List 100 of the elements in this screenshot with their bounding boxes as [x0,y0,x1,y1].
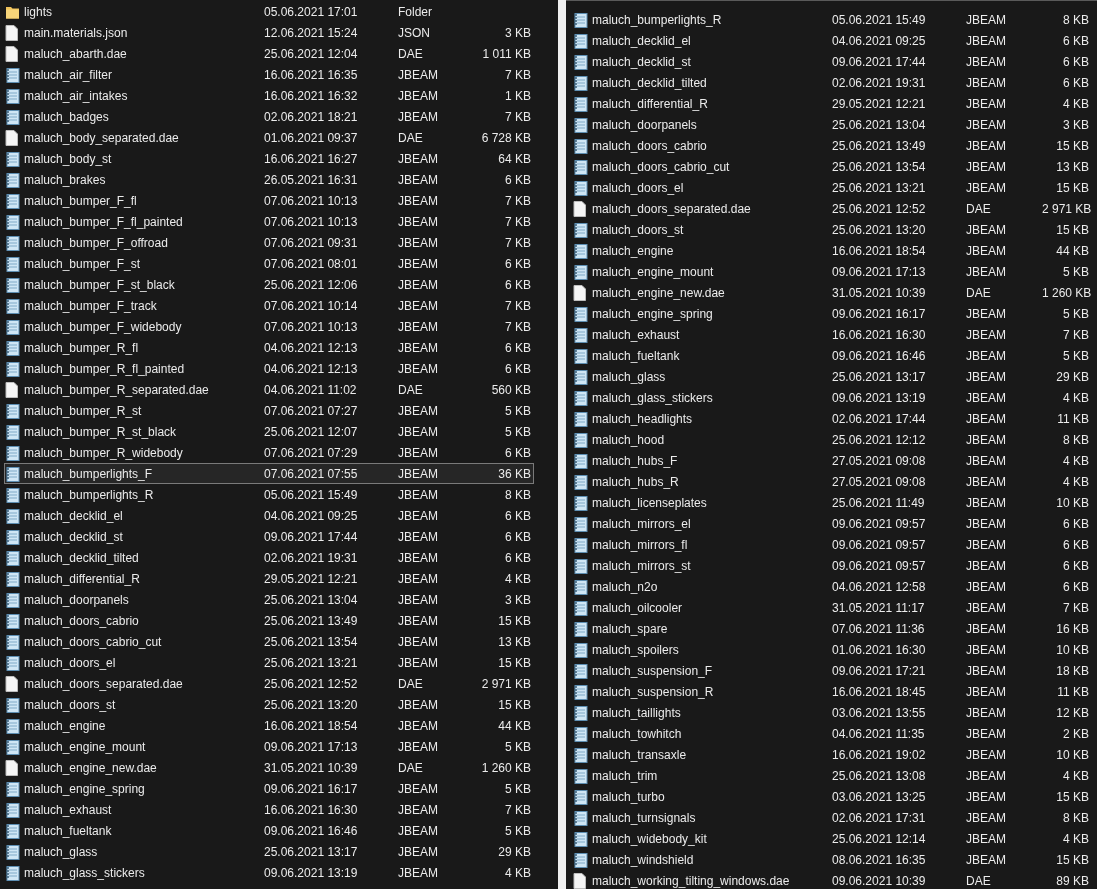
file-row[interactable]: maluch_spare 07.06.2021 11:36 JBEAM 16 KB [572,618,1092,639]
file-row[interactable]: maluch_body_st 16.06.2021 16:27 JBEAM 64 KB [4,148,534,169]
notepad-icon [573,32,588,49]
file-row[interactable]: maluch_decklid_st 09.06.2021 17:44 JBEAM 6 KB [4,526,534,547]
file-row[interactable]: maluch_engine_spring 09.06.2021 16:17 JBEAM 5 KB [572,303,1092,324]
file-row[interactable]: maluch_doors_cabrio 25.06.2021 13:49 JBEAM 15 KB [4,610,534,631]
file-row[interactable]: maluch_hubs_F 27.05.2021 09:08 JBEAM 4 KB [572,450,1092,471]
file-row[interactable]: maluch_decklid_tilted 02.06.2021 19:31 JBEAM 6 KB [4,547,534,568]
file-row[interactable]: maluch_windshield 08.06.2021 16:35 JBEAM 15 KB [572,849,1092,870]
file-row[interactable]: maluch_widebody_kit 25.06.2021 12:14 JBEAM 4 KB [572,828,1092,849]
file-size: 5 KB [504,823,531,838]
file-row[interactable]: maluch_mirrors_st 09.06.2021 09:57 JBEAM 6 KB [572,555,1092,576]
notepad-icon [5,465,20,482]
file-row[interactable]: maluch_glass_stickers 09.06.2021 13:19 JBEAM 4 KB [572,387,1092,408]
file-row[interactable]: maluch_headlights 02.06.2021 17:44 JBEAM 11 KB [572,408,1092,429]
file-row[interactable]: maluch_bumper_R_separated.dae 04.06.2021 11:02 DAE 560 KB [4,379,534,400]
file-size: 6 KB [1062,33,1089,48]
file-row[interactable]: maluch_badges 02.06.2021 18:21 JBEAM 7 KB [4,106,534,127]
file-row[interactable]: maluch_bumperlights_F 07.06.2021 07:55 JBEAM 36 KB [4,463,534,484]
file-size: 4 KB [1062,96,1089,111]
file-row[interactable]: maluch_air_intakes 16.06.2021 16:32 JBEAM 1 KB [4,85,534,106]
file-row[interactable]: maluch_brakes 26.05.2021 16:31 JBEAM 6 KB [4,169,534,190]
file-row[interactable]: maluch_bumper_F_track 07.06.2021 10:14 JBEAM 7 KB [4,295,534,316]
file-row[interactable]: maluch_fueltank 09.06.2021 16:46 JBEAM 5 KB [4,820,534,841]
file-row[interactable]: maluch_mirrors_el 09.06.2021 09:57 JBEAM 6 KB [572,513,1092,534]
file-row[interactable]: maluch_trim 25.06.2021 13:08 JBEAM 4 KB [572,765,1092,786]
file-row[interactable]: maluch_bumper_R_widebody 07.06.2021 07:29 JBEAM 6 KB [4,442,534,463]
file-row[interactable]: maluch_taillights 03.06.2021 13:55 JBEAM 12 KB [572,702,1092,723]
file-row[interactable]: maluch_bumper_R_fl_painted 04.06.2021 12:13 JBEAM 6 KB [4,358,534,379]
file-row[interactable]: maluch_doorpanels 25.06.2021 13:04 JBEAM 3 KB [4,589,534,610]
file-row[interactable]: maluch_differential_R 29.05.2021 12:21 JBEAM 4 KB [572,93,1092,114]
file-row[interactable]: maluch_engine_spring 09.06.2021 16:17 JBEAM 5 KB [4,778,534,799]
file-row[interactable]: main.materials.json 12.06.2021 15:24 JSON 3 KB [4,22,534,43]
file-row[interactable]: maluch_suspension_F 09.06.2021 17:21 JBEAM 18 KB [572,660,1092,681]
file-row[interactable]: maluch_bumper_F_fl 07.06.2021 10:13 JBEAM 7 KB [4,190,534,211]
file-row[interactable]: maluch_engine_mount 09.06.2021 17:13 JBEAM 5 KB [4,736,534,757]
file-row[interactable]: maluch_suspension_R 16.06.2021 18:45 JBEAM 11 KB [572,681,1092,702]
file-row[interactable]: maluch_bumperlights_R 05.06.2021 15:49 JBEAM 8 KB [4,484,534,505]
file-row[interactable]: maluch_n2o 04.06.2021 12:58 JBEAM 6 KB [572,576,1092,597]
file-row[interactable]: maluch_doors_st 25.06.2021 13:20 JBEAM 15 KB [4,694,534,715]
file-row[interactable]: maluch_hood 25.06.2021 12:12 JBEAM 8 KB [572,429,1092,450]
file-size: 6 KB [1062,75,1089,90]
file-row[interactable]: maluch_bumper_F_widebody 07.06.2021 10:13 JBEAM 7 KB [4,316,534,337]
file-row[interactable]: maluch_transaxle 16.06.2021 19:02 JBEAM 10 KB [572,744,1092,765]
file-row[interactable]: maluch_oilcooler 31.05.2021 11:17 JBEAM 7 KB [572,597,1092,618]
file-row[interactable]: maluch_differential_R 29.05.2021 12:21 JBEAM 4 KB [4,568,534,589]
file-row[interactable]: maluch_exhaust 16.06.2021 16:30 JBEAM 7 KB [4,799,534,820]
file-row[interactable]: maluch_bumper_R_st_black 25.06.2021 12:07 JBEAM 5 KB [4,421,534,442]
file-row[interactable]: maluch_bumper_F_fl_painted 07.06.2021 10:13 JBEAM 7 KB [4,211,534,232]
file-row[interactable]: maluch_bumper_F_st_black 25.06.2021 12:06 JBEAM 6 KB [4,274,534,295]
file-row[interactable]: maluch_fueltank 09.06.2021 16:46 JBEAM 5 KB [572,345,1092,366]
file-row[interactable]: maluch_engine_mount 09.06.2021 17:13 JBEAM 5 KB [572,261,1092,282]
file-row[interactable]: maluch_turbo 03.06.2021 13:25 JBEAM 15 KB [572,786,1092,807]
notepad-icon [5,864,20,881]
modified-date: 16.06.2021 16:30 [264,802,359,817]
file-row[interactable]: maluch_bumper_F_offroad 07.06.2021 09:31 JBEAM 7 KB [4,232,534,253]
file-name: maluch_decklid_st [24,529,124,544]
file-row[interactable]: maluch_engine_new.dae 31.05.2021 10:39 DAE 1 260 KB [572,282,1092,303]
file-row[interactable]: maluch_decklid_el 04.06.2021 09:25 JBEAM 6 KB [572,30,1092,51]
file-row[interactable]: maluch_body_separated.dae 01.06.2021 09:37 DAE 6 728 KB [4,127,534,148]
file-row[interactable]: maluch_decklid_el 04.06.2021 09:25 JBEAM 6 KB [4,505,534,526]
file-row[interactable]: maluch_doors_separated.dae 25.06.2021 12:52 DAE 2 971 KB [4,673,534,694]
file-row[interactable]: maluch_doors_cabrio 25.06.2021 13:49 JBEAM 15 KB [572,135,1092,156]
file-row[interactable]: maluch_exhaust 16.06.2021 16:30 JBEAM 7 KB [572,324,1092,345]
file-row[interactable]: maluch_working_tilting_windows.dae 09.06.2021 10:39 DAE 89 KB [572,870,1092,889]
file-size: 44 KB [1055,243,1089,258]
file-row[interactable]: maluch_abarth.dae 25.06.2021 12:04 DAE 1 011 KB [4,43,534,64]
file-row[interactable]: maluch_doors_el 25.06.2021 13:21 JBEAM 15 KB [572,177,1092,198]
file-row[interactable]: maluch_mirrors_fl 09.06.2021 09:57 JBEAM 6 KB [572,534,1092,555]
file-row[interactable]: maluch_decklid_tilted 02.06.2021 19:31 JBEAM 6 KB [572,72,1092,93]
file-row[interactable]: maluch_doors_el 25.06.2021 13:21 JBEAM 15 KB [4,652,534,673]
file-row[interactable]: maluch_bumper_R_fl 04.06.2021 12:13 JBEAM 6 KB [4,337,534,358]
file-row[interactable]: lights 05.06.2021 17:01 Folder [4,1,534,22]
file-row[interactable]: maluch_spoilers 01.06.2021 16:30 JBEAM 10 KB [572,639,1092,660]
file-row[interactable]: maluch_hubs_R 27.05.2021 09:08 JBEAM 4 KB [572,471,1092,492]
file-row[interactable]: maluch_towhitch 04.06.2021 11:35 JBEAM 2 KB [572,723,1092,744]
file-name: maluch_doorpanels [592,117,698,132]
file-row[interactable]: maluch_bumper_F_st 07.06.2021 08:01 JBEAM 6 KB [4,253,534,274]
file-size: 7 KB [504,298,531,313]
file-row[interactable]: maluch_doors_cabrio_cut 25.06.2021 13:54 JBEAM 13 KB [4,631,534,652]
file-row[interactable]: maluch_engine 16.06.2021 18:54 JBEAM 44 KB [4,715,534,736]
modified-date: 25.06.2021 12:06 [264,277,359,292]
file-row[interactable]: maluch_doors_separated.dae 25.06.2021 12:52 DAE 2 971 KB [572,198,1092,219]
file-row[interactable]: maluch_bumper_R_st 07.06.2021 07:27 JBEAM 5 KB [4,400,534,421]
file-row[interactable]: maluch_doorpanels 25.06.2021 13:04 JBEAM 3 KB [572,114,1092,135]
file-row[interactable]: maluch_air_filter 16.06.2021 16:35 JBEAM 7 KB [4,64,534,85]
file-row[interactable]: maluch_glass_stickers 09.06.2021 13:19 JBEAM 4 KB [4,862,534,883]
file-row[interactable]: maluch_doors_st 25.06.2021 13:20 JBEAM 15 KB [572,219,1092,240]
file-type: JBEAM [966,516,1007,531]
file-row[interactable]: maluch_licenseplates 25.06.2021 11:49 JBEAM 10 KB [572,492,1092,513]
file-row[interactable]: maluch_glass 25.06.2021 13:17 JBEAM 29 KB [4,841,534,862]
file-row[interactable]: maluch_bumperlights_R 05.06.2021 15:49 JBEAM 8 KB [572,9,1092,30]
file-row[interactable]: maluch_turnsignals 02.06.2021 17:31 JBEAM 8 KB [572,807,1092,828]
file-name: maluch_brakes [24,172,107,187]
file-row[interactable]: maluch_doors_cabrio_cut 25.06.2021 13:54 JBEAM 13 KB [572,156,1092,177]
file-row[interactable]: maluch_decklid_st 09.06.2021 17:44 JBEAM 6 KB [572,51,1092,72]
file-row[interactable]: maluch_glass 25.06.2021 13:17 JBEAM 29 KB [572,366,1092,387]
file-row[interactable]: maluch_engine_new.dae 31.05.2021 10:39 DAE 1 260 KB [4,757,534,778]
file-name: maluch_doors_cabrio [24,613,140,628]
file-row[interactable]: maluch_engine 16.06.2021 18:54 JBEAM 44 KB [572,240,1092,261]
